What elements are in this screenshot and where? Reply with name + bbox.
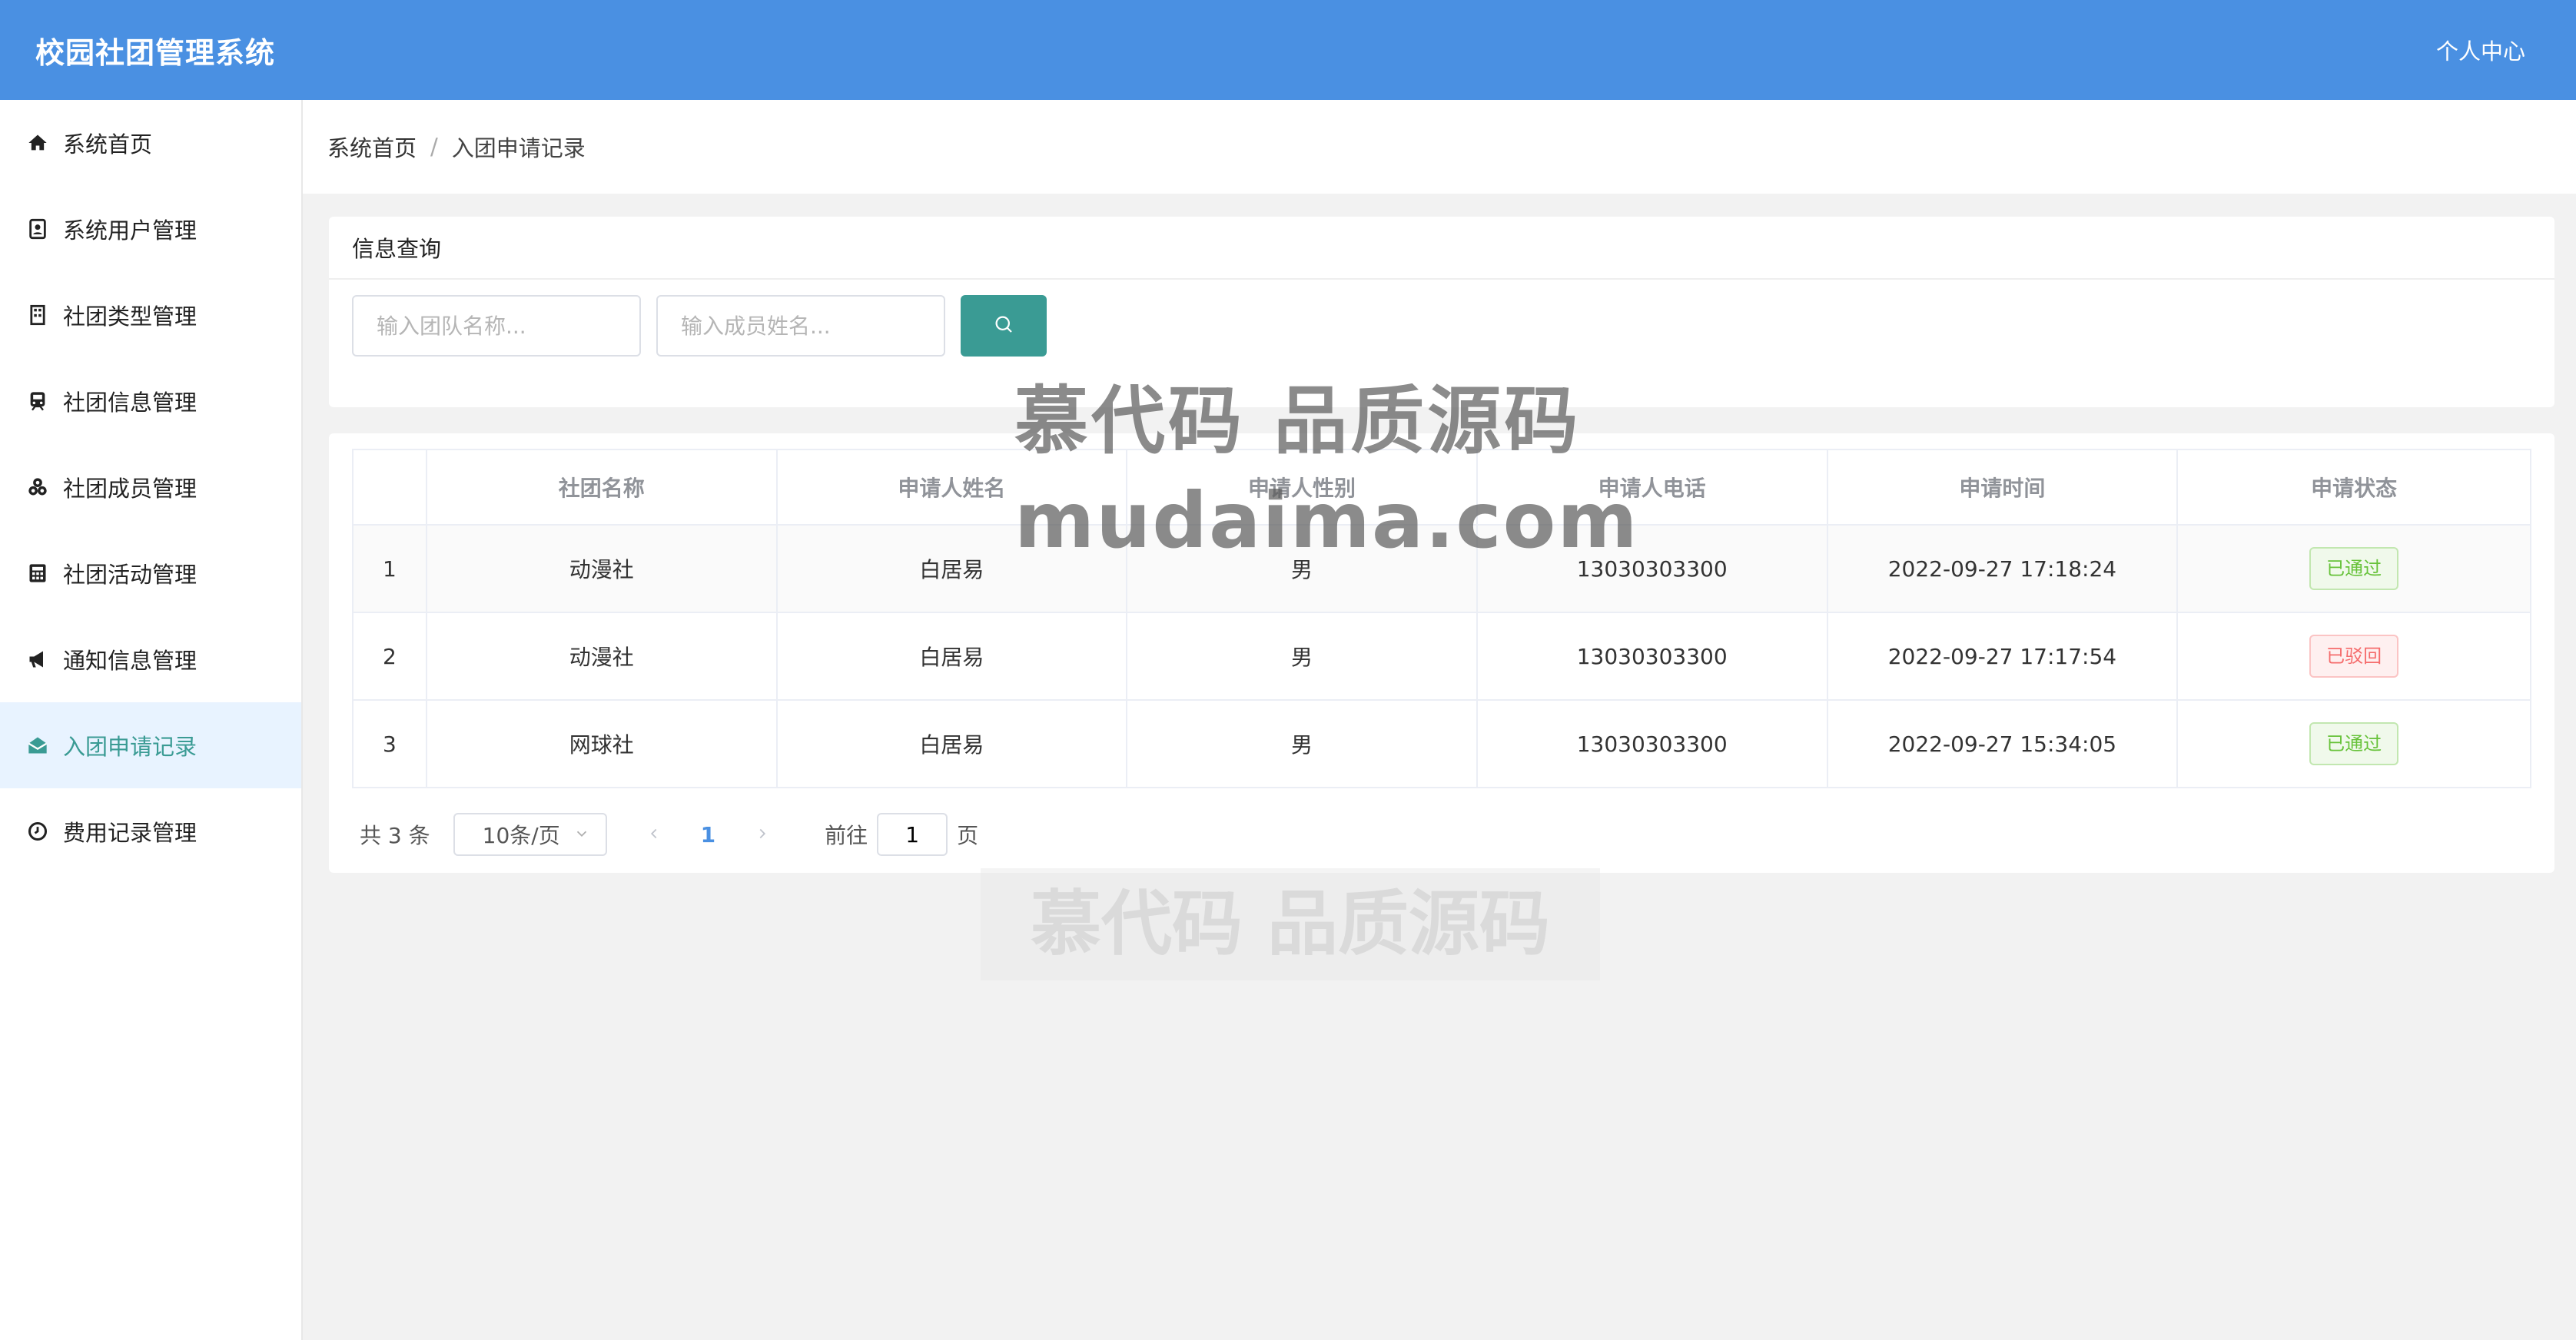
query-card-title: 信息查询	[329, 217, 2554, 280]
breadcrumb: 系统首页 / 入团申请记录	[303, 100, 2576, 194]
megaphone-icon	[26, 648, 49, 671]
sidebar-item-activities[interactable]: 社团活动管理	[0, 530, 301, 616]
cell-phone: 13030303300	[1476, 524, 1828, 613]
team-name-input[interactable]	[352, 295, 641, 357]
column-header-apply-time: 申请时间	[1826, 449, 2179, 526]
query-form	[329, 280, 2554, 357]
sidebar-item-label: 费用记录管理	[63, 820, 198, 846]
sidebar-item-label: 入团申请记录	[63, 734, 198, 760]
cell-time: 2022-09-27 17:17:54	[1826, 612, 2179, 701]
cell-gender: 男	[1126, 612, 1478, 701]
user-card-icon	[26, 217, 49, 240]
cell-time: 2022-09-27 17:18:24	[1826, 524, 2179, 613]
cell-index: 3	[352, 699, 427, 788]
cell-gender: 男	[1126, 699, 1478, 788]
goto-page-input[interactable]	[877, 813, 948, 856]
column-header-index	[352, 449, 427, 526]
search-icon	[992, 313, 1015, 339]
cell-phone: 13030303300	[1476, 699, 1828, 788]
cell-name: 白居易	[775, 524, 1128, 613]
page-size-select[interactable]: 10条/页	[453, 813, 607, 856]
sidebar-item-label: 社团类型管理	[63, 303, 198, 330]
home-icon	[26, 131, 49, 154]
sidebar-item-club-types[interactable]: 社团类型管理	[0, 272, 301, 358]
prev-page-button[interactable]	[646, 821, 662, 848]
chevron-right-icon	[759, 828, 766, 838]
column-header-applicant-gender: 申请人性别	[1126, 449, 1478, 526]
sidebar: 系统首页 系统用户管理 社团类型管理 社团信息管理 社团成员管理 社团活动管理	[0, 100, 303, 1340]
page-number-current[interactable]: 1	[701, 822, 715, 847]
sidebar-item-label: 通知信息管理	[63, 648, 198, 674]
sidebar-item-join-applications[interactable]: 入团申请记录	[0, 702, 301, 788]
next-page-button[interactable]	[754, 821, 771, 848]
building-icon	[26, 303, 49, 327]
cell-club: 网球社	[425, 699, 778, 788]
cell-status: 已驳回	[2176, 612, 2531, 701]
search-button[interactable]	[961, 295, 1047, 357]
sidebar-item-fees[interactable]: 费用记录管理	[0, 788, 301, 874]
clock-icon	[26, 820, 49, 843]
member-name-input[interactable]	[656, 295, 945, 357]
breadcrumb-current: 入团申请记录	[451, 135, 586, 161]
cell-index: 2	[352, 612, 427, 701]
cell-gender: 男	[1126, 524, 1478, 613]
column-header-status: 申请状态	[2176, 449, 2531, 526]
cell-time: 2022-09-27 15:34:05	[1826, 699, 2179, 788]
sidebar-item-members[interactable]: 社团成员管理	[0, 444, 301, 530]
envelope-open-icon	[26, 734, 49, 757]
table-header-row: 社团名称 申请人姓名 申请人性别 申请人电话 申请时间 申请状态	[352, 449, 2531, 526]
chevron-left-icon	[650, 828, 657, 838]
train-icon	[26, 390, 49, 413]
sidebar-item-club-info[interactable]: 社团信息管理	[0, 358, 301, 444]
cell-club: 动漫社	[425, 524, 778, 613]
cell-status: 已通过	[2176, 699, 2531, 788]
table-row[interactable]: 3 网球社 白居易 男 13030303300 2022-09-27 15:34…	[352, 699, 2531, 788]
chevron-down-icon	[573, 822, 590, 847]
sidebar-item-home[interactable]: 系统首页	[0, 100, 301, 186]
table-card: 社团名称 申请人姓名 申请人性别 申请人电话 申请时间 申请状态 1 动漫社 白…	[329, 433, 2554, 873]
sidebar-item-users[interactable]: 系统用户管理	[0, 186, 301, 272]
sidebar-item-label: 系统用户管理	[63, 217, 198, 244]
cell-phone: 13030303300	[1476, 612, 1828, 701]
cell-index: 1	[352, 524, 427, 613]
cell-name: 白居易	[775, 612, 1128, 701]
breadcrumb-home[interactable]: 系统首页	[327, 131, 417, 163]
table-row[interactable]: 2 动漫社 白居易 男 13030303300 2022-09-27 17:17…	[352, 612, 2531, 701]
applications-table: 社团名称 申请人姓名 申请人性别 申请人电话 申请时间 申请状态 1 动漫社 白…	[352, 449, 2531, 788]
sidebar-item-label: 社团信息管理	[63, 390, 198, 416]
column-header-applicant-name: 申请人姓名	[775, 449, 1128, 526]
status-badge[interactable]: 已通过	[2309, 547, 2399, 590]
breadcrumb-separator: /	[430, 134, 438, 160]
cell-club: 动漫社	[425, 612, 778, 701]
sidebar-item-label: 系统首页	[63, 131, 153, 158]
page-size-value: 10条/页	[482, 823, 560, 848]
table-row[interactable]: 1 动漫社 白居易 男 13030303300 2022-09-27 17:18…	[352, 524, 2531, 613]
status-badge[interactable]: 已驳回	[2309, 635, 2399, 678]
cell-status: 已通过	[2176, 524, 2531, 613]
sidebar-item-label: 社团活动管理	[63, 562, 198, 588]
status-badge[interactable]: 已通过	[2309, 722, 2399, 765]
user-center-link[interactable]: 个人中心	[2436, 34, 2525, 66]
users-icon	[26, 476, 49, 499]
column-header-club: 社团名称	[425, 449, 778, 526]
goto-label: 前往	[825, 823, 868, 848]
query-card: 信息查询	[329, 217, 2554, 407]
sidebar-item-label: 社团成员管理	[63, 476, 198, 502]
watermark-faint: 慕代码 品质源码	[981, 868, 1600, 980]
pagination-total: 共 3 条	[360, 823, 430, 848]
goto-suffix: 页	[957, 823, 979, 848]
column-header-applicant-phone: 申请人电话	[1476, 449, 1828, 526]
sidebar-item-notices[interactable]: 通知信息管理	[0, 616, 301, 702]
app-header: 校园社团管理系统 个人中心	[0, 0, 2576, 100]
cell-name: 白居易	[775, 699, 1128, 788]
app-title: 校园社团管理系统	[35, 35, 276, 70]
calculator-icon	[26, 562, 49, 585]
pagination: 共 3 条 10条/页 1 前往 页	[360, 813, 978, 856]
